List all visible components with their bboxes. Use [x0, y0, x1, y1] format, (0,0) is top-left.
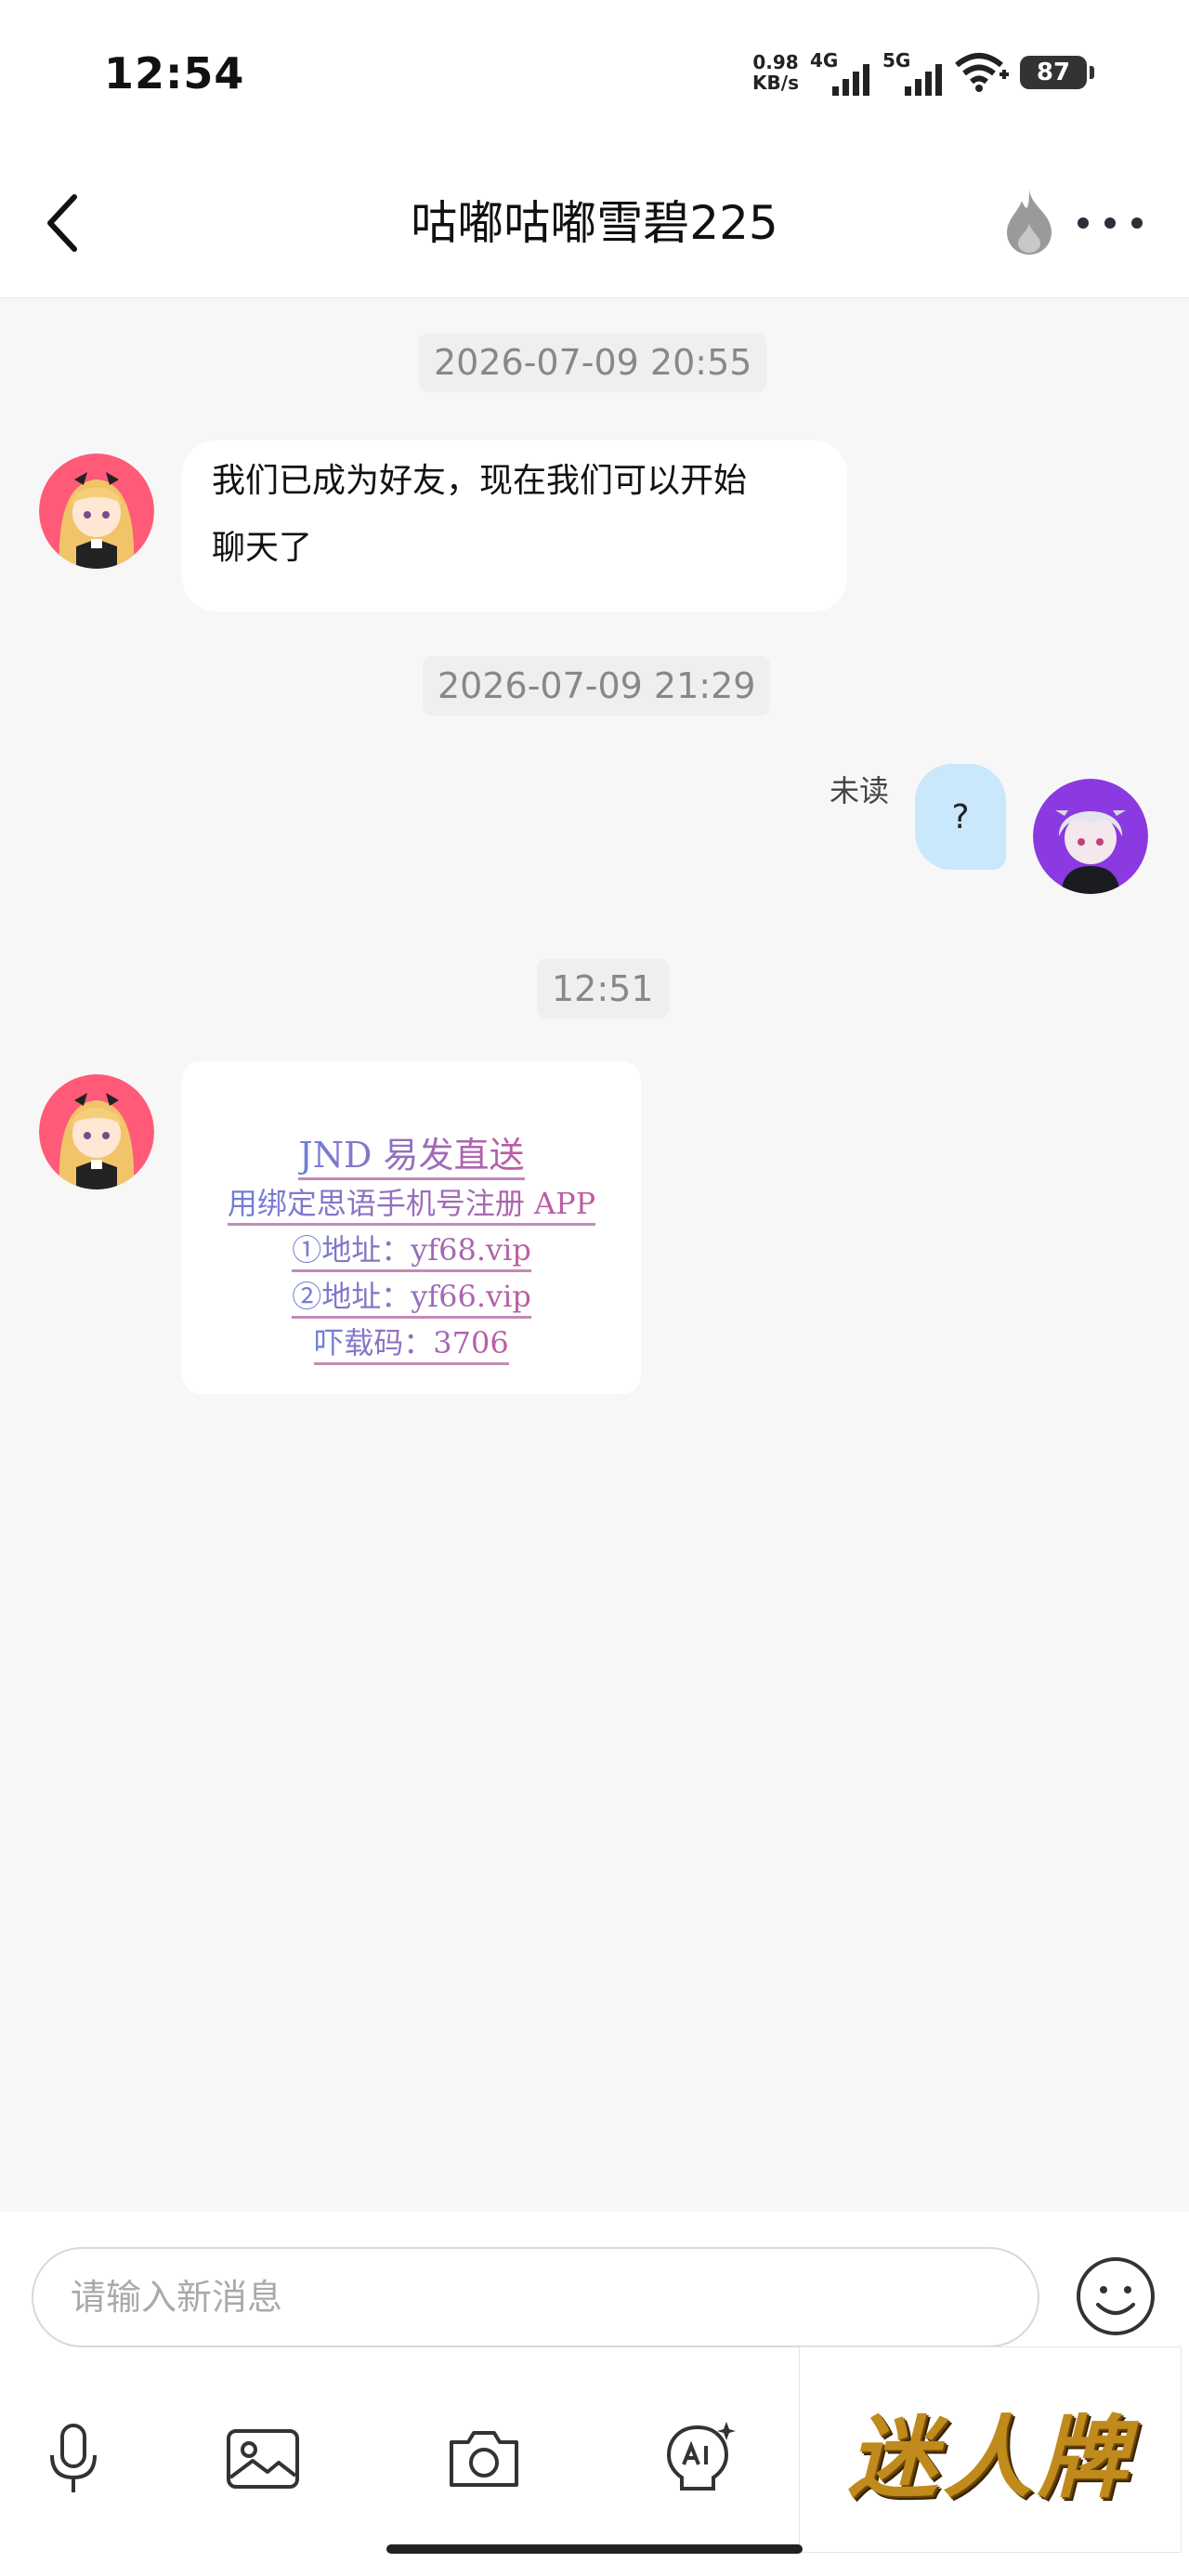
friend-avatar[interactable]	[39, 453, 154, 569]
sim1-signal-icon: 4G	[810, 49, 871, 96]
more-options-button[interactable]	[1078, 204, 1143, 242]
timestamp-divider: 2026-07-09 21:29	[423, 656, 771, 716]
dot-icon	[1131, 217, 1143, 229]
ad-text-line: 用绑定思语手机号注册 APP	[182, 1180, 641, 1226]
my-message-bubble[interactable]: ?	[915, 764, 1006, 870]
system-message-bubble: 我们已成为好友，现在我们可以开始 聊天了	[182, 440, 847, 611]
status-icons: 0.98 KB/s 4G 5G 87	[752, 46, 1094, 99]
ad-text-line: ①地址：yf68.vip	[182, 1227, 641, 1272]
battery-indicator: 87	[1020, 56, 1094, 89]
ai-assistant-icon[interactable]	[656, 2416, 739, 2500]
wifi-icon	[955, 53, 1009, 92]
chat-header: 咕嘟咕嘟雪碧225	[0, 149, 1189, 298]
home-indicator[interactable]	[386, 2544, 803, 2554]
ad-text-line: ②地址：yf66.vip	[182, 1273, 641, 1319]
system-message-line: 聊天了	[212, 529, 313, 567]
friend-avatar[interactable]	[39, 1074, 154, 1189]
system-message-line: 我们已成为好友，现在我们可以开始	[212, 462, 748, 500]
status-time: 12:54	[104, 48, 245, 99]
image-message-card[interactable]: JND 易发直送 用绑定思语手机号注册 APP ①地址：yf68.vip ②地址…	[182, 1061, 641, 1394]
ad-text-line: JND 易发直送	[182, 1126, 641, 1180]
ad-text-line: 吓载码：3706	[182, 1320, 641, 1365]
microphone-icon[interactable]	[32, 2416, 115, 2500]
dot-icon	[1078, 217, 1089, 229]
boy-avatar-icon	[1033, 779, 1148, 894]
status-bar: 12:54 0.98 KB/s 4G 5G 87	[0, 0, 1189, 149]
flame-icon[interactable]	[1003, 186, 1055, 256]
sim2-signal-icon: 5G	[882, 49, 944, 96]
network-speed: 0.98 KB/s	[752, 52, 799, 93]
dot-icon	[1104, 217, 1116, 229]
unread-status: 未读	[830, 773, 890, 808]
network-speed-value: 0.98	[752, 51, 799, 73]
message-input[interactable]: 请输入新消息	[32, 2247, 1039, 2347]
network-speed-unit: KB/s	[752, 72, 799, 94]
emoji-icon[interactable]	[1074, 2254, 1157, 2338]
girl-avatar-icon	[39, 1074, 154, 1189]
girl-avatar-icon	[39, 453, 154, 569]
timestamp-divider: 2026-07-09 20:55	[419, 333, 767, 392]
image-icon[interactable]	[221, 2416, 305, 2500]
camera-icon[interactable]	[442, 2416, 526, 2500]
timestamp-divider: 12:51	[537, 959, 669, 1019]
brand-watermark-text: 迷人牌	[848, 2404, 1132, 2510]
brand-watermark: 迷人牌	[799, 2346, 1182, 2553]
my-message-text: ?	[951, 797, 970, 836]
my-avatar[interactable]	[1033, 779, 1148, 894]
